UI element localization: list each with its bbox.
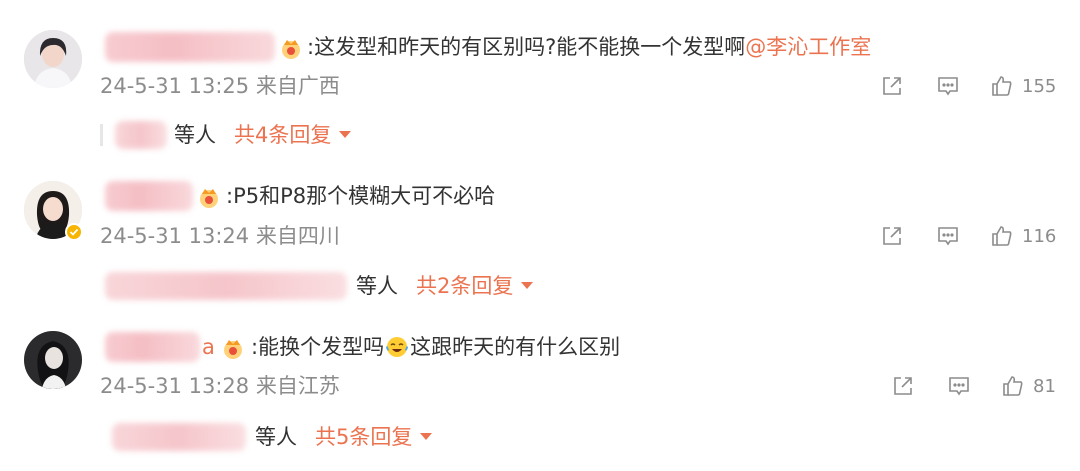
username-suffix[interactable]: a — [202, 332, 215, 362]
comment-meta: 24-5-31 13:24 来自四川 — [100, 224, 340, 248]
comment-body-part2: 这跟昨天的有什么区别 — [410, 335, 621, 359]
username-blurred[interactable] — [105, 181, 193, 211]
comment-icon[interactable] — [947, 374, 971, 398]
comment-body-part1: :能换个发型吗 — [251, 335, 385, 359]
reply-count-link[interactable]: 共4条回复 — [234, 120, 352, 150]
reply-etc-label: 等人 — [255, 425, 297, 449]
comment-actions: 155 — [880, 71, 1056, 101]
comment-text: :P5和P8那个模糊大可不必哈 — [226, 181, 495, 211]
comment-meta: 24-5-31 13:28 来自江苏 — [100, 374, 340, 398]
like-icon[interactable] — [990, 74, 1014, 98]
mention-link[interactable]: @李沁工作室 — [745, 35, 871, 59]
reply-etc-label: 等人 — [356, 274, 398, 298]
reply-count-text: 共5条回复 — [315, 425, 413, 449]
comment-text: :能换个发型吗 这跟昨天的有什么区别 — [251, 332, 620, 362]
comment-body: :P5和P8那个模糊大可不必哈 — [226, 184, 496, 208]
caret-down-icon — [420, 433, 433, 440]
caret-down-icon — [521, 282, 534, 289]
reply-count-link[interactable]: 共5条回复 — [315, 422, 433, 452]
crown-badge-icon — [200, 189, 218, 208]
reply-divider — [100, 124, 103, 146]
reply-count-text: 共2条回复 — [416, 274, 514, 298]
like-count: 116 — [1022, 225, 1057, 247]
crown-badge-icon — [224, 340, 242, 359]
avatar[interactable] — [24, 331, 82, 389]
username-blurred[interactable] — [105, 32, 275, 62]
avatar[interactable] — [24, 30, 82, 88]
reply-count-link[interactable]: 共2条回复 — [416, 271, 534, 301]
comment-actions: 81 — [891, 371, 1056, 401]
comment-icon[interactable] — [936, 224, 960, 248]
comment-icon[interactable] — [936, 74, 960, 98]
reply-count-text: 共4条回复 — [234, 123, 332, 147]
like-icon[interactable] — [1001, 374, 1025, 398]
reply-summary[interactable]: 等人 共4条回复 — [0, 117, 380, 153]
avatar-image — [24, 331, 82, 389]
avatar-image — [24, 30, 82, 88]
like-icon[interactable] — [990, 224, 1014, 248]
reply-summary[interactable]: 等人 共5条回复 — [0, 419, 460, 455]
reply-user-blurred[interactable] — [112, 423, 246, 451]
share-icon[interactable] — [880, 74, 904, 98]
share-icon[interactable] — [891, 374, 915, 398]
laughing-crying-emoji-icon — [386, 337, 409, 357]
share-icon[interactable] — [880, 224, 904, 248]
comment-meta: 24-5-31 13:25 来自广西 — [100, 74, 340, 98]
reply-user-blurred[interactable] — [105, 272, 347, 300]
comment-body: :这发型和昨天的有区别吗?能不能换一个发型啊 — [307, 35, 746, 59]
username-blurred[interactable] — [105, 332, 200, 362]
like-count: 155 — [1022, 75, 1057, 97]
like-count: 81 — [1033, 375, 1056, 397]
crown-badge-icon — [282, 40, 300, 59]
comment-text: :这发型和昨天的有区别吗?能不能换一个发型啊@李沁工作室 — [307, 32, 871, 62]
caret-down-icon — [339, 131, 352, 138]
reply-summary[interactable]: 等人 共2条回复 — [0, 268, 560, 304]
reply-etc-label: 等人 — [174, 123, 216, 147]
verified-badge-icon — [65, 223, 83, 241]
reply-user-blurred[interactable] — [115, 121, 167, 149]
comment-actions: 116 — [880, 221, 1056, 251]
